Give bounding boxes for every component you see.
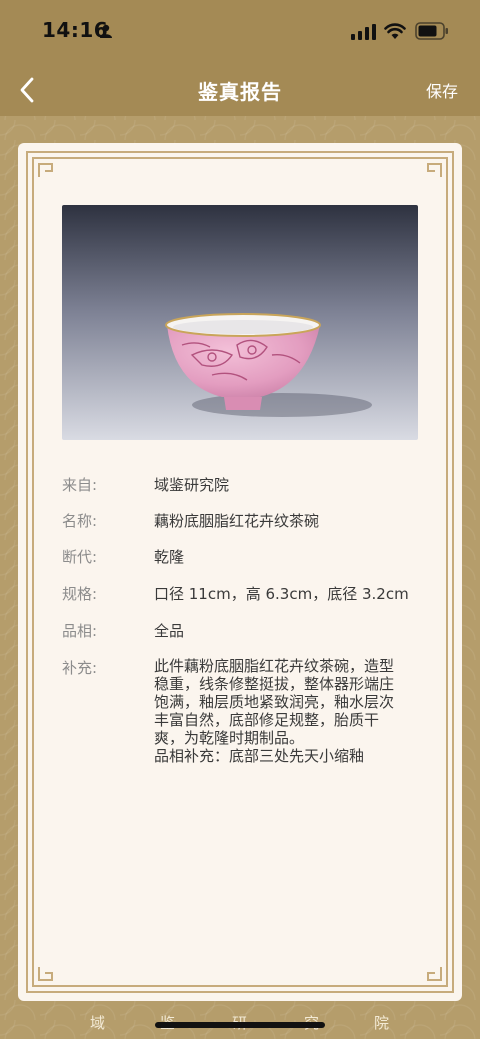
size-value: 口径 11cm，高 6.3cm，底径 3.2cm: [154, 585, 409, 603]
report-card: [18, 143, 462, 1001]
name-label: 名称:: [62, 512, 98, 530]
page-title: 鉴真报告: [198, 80, 282, 104]
dynasty-value: 乾隆: [154, 548, 185, 566]
save-button[interactable]: 保存: [426, 78, 458, 102]
notes-label: 补充:: [62, 659, 98, 677]
footer-char-1: 域: [90, 1014, 106, 1032]
bowl-image: [62, 205, 418, 440]
status-bar: 14:16: [0, 0, 480, 64]
footer-char-5: 院: [374, 1014, 390, 1032]
wifi-icon: [384, 23, 406, 39]
product-photo: [62, 205, 418, 440]
notes-value: 此件藕粉底胭脂红花卉纹茶碗，造型 稳重，线条修整挺拔，整体器形端庄 饱满，釉层质…: [154, 657, 395, 765]
dynasty-label: 断代:: [62, 548, 98, 566]
condition-label: 品相:: [62, 622, 98, 640]
battery-icon: [415, 22, 448, 40]
condition-value: 全品: [154, 622, 185, 640]
source-value: 域鉴研究院: [154, 476, 230, 494]
size-label: 规格:: [62, 585, 98, 603]
signal-icon: [351, 24, 376, 40]
home-indicator[interactable]: [155, 1022, 325, 1028]
person-icon: [100, 24, 112, 38]
source-label: 来自:: [62, 476, 98, 494]
name-value: 藕粉底胭脂红花卉纹茶碗: [154, 512, 320, 530]
nav-bar: 鉴真报告 保存: [0, 64, 480, 116]
